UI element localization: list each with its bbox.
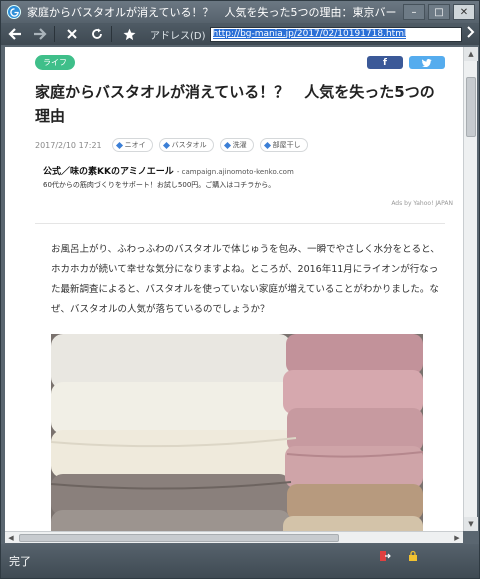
navigation-toolbar: アドレス(D) http://bg-mania.jp/2017/02/10191… xyxy=(1,23,479,45)
content-divider xyxy=(35,223,445,224)
category-tag[interactable]: ライフ xyxy=(35,55,75,70)
scroll-down-icon[interactable]: ▼ xyxy=(464,517,478,531)
scroll-left-icon[interactable]: ◀ xyxy=(5,532,17,543)
window-title: 家庭からバスタオルが消えている！？ 人気を失った5つの理由：東京バーゲンマ xyxy=(27,6,397,19)
status-text: 完了 xyxy=(9,555,31,568)
maximize-button[interactable]: □ xyxy=(428,4,450,20)
article-headline: 家庭からバスタオルが消えている！？ 人気を失った5つの理由 xyxy=(35,83,435,125)
facebook-share-button[interactable]: f xyxy=(367,56,403,69)
tag-icon xyxy=(263,141,271,149)
article-date: 2017/2/10 17:21 xyxy=(35,140,102,150)
horizontal-scroll-thumb[interactable] xyxy=(19,534,339,542)
address-value[interactable]: http://bg-mania.jp/2017/02/10191718.html xyxy=(212,28,407,39)
scroll-up-icon[interactable]: ▲ xyxy=(464,47,478,61)
tag-label: 部屋干し xyxy=(272,141,301,149)
tag-chip[interactable]: ニオイ xyxy=(111,138,153,152)
tag-chip[interactable]: 部屋干し xyxy=(259,138,308,152)
back-arrow-icon[interactable] xyxy=(4,24,26,44)
twitter-bird-icon xyxy=(422,58,432,67)
toolbar-separator xyxy=(111,26,112,42)
article-body: お風呂上がり、ふわっふわのバスタオルで体じゅうを包み、一瞬でやさしく水分をとると… xyxy=(51,244,440,315)
tag-chip[interactable]: バスタオル xyxy=(158,138,214,152)
twitter-share-button[interactable] xyxy=(409,56,445,69)
browser-logo-icon xyxy=(7,5,21,19)
towels-photo xyxy=(51,334,423,531)
horizontal-scrollbar[interactable]: ◀ ▶ xyxy=(5,531,463,543)
ad-description[interactable]: 60代からの筋肉づくりをサポート！お試し500円。ご購入はコチラから。 xyxy=(43,180,445,190)
tag-chip[interactable]: 洗濯 xyxy=(219,138,254,152)
scroll-right-icon[interactable]: ▶ xyxy=(451,532,463,543)
reload-icon[interactable] xyxy=(86,24,108,44)
close-button[interactable]: ✕ xyxy=(453,4,475,20)
article: ライフ f 家庭からバスタオルが消えている！？ 人気を失った5つの理由 2017… xyxy=(35,55,453,531)
browser-window: 家庭からバスタオルが消えている！？ 人気を失った5つの理由：東京バーゲンマ – … xyxy=(0,0,480,579)
towels-image xyxy=(51,334,423,531)
minimize-button[interactable]: – xyxy=(403,4,425,20)
tag-label: 洗濯 xyxy=(232,141,247,149)
lock-icon[interactable] xyxy=(407,550,419,562)
ad-domain[interactable]: - campaign.ajinomoto-kenko.com xyxy=(177,168,294,176)
tag-label: ニオイ xyxy=(124,141,146,149)
address-label: アドレス(D) xyxy=(150,30,206,42)
ad-title[interactable]: 公式／味の素KKのアミノエール xyxy=(43,167,174,177)
title-bar[interactable]: 家庭からバスタオルが消えている！？ 人気を失った5つの理由：東京バーゲンマ – … xyxy=(1,1,479,23)
go-arrow-icon[interactable] xyxy=(467,26,475,41)
ad-credit[interactable]: Ads by Yahoo! JAPAN xyxy=(43,200,453,207)
page-viewport[interactable]: ライフ f 家庭からバスタオルが消えている！？ 人気を失った5つの理由 2017… xyxy=(5,47,463,531)
toolbar-separator xyxy=(54,26,55,42)
favorite-star-icon[interactable] xyxy=(118,24,140,44)
sponsored-ad[interactable]: 公式／味の素KKのアミノエール - campaign.ajinomoto-ken… xyxy=(35,164,453,207)
stop-icon[interactable] xyxy=(61,24,83,44)
forward-arrow-icon[interactable] xyxy=(29,24,51,44)
status-bar: 完了 xyxy=(1,544,479,578)
address-input[interactable]: http://bg-mania.jp/2017/02/10191718.html xyxy=(209,26,462,42)
article-meta: 2017/2/10 17:21 ニオイ バスタオル 洗濯 部屋干し xyxy=(35,138,445,152)
exit-icon[interactable] xyxy=(379,550,391,562)
tag-icon xyxy=(223,141,231,149)
vertical-scrollbar[interactable]: ▲ ▼ xyxy=(463,47,478,531)
tag-label: バスタオル xyxy=(171,141,207,149)
vertical-scroll-thumb[interactable] xyxy=(466,77,476,137)
tag-icon xyxy=(115,141,123,149)
tag-icon xyxy=(162,141,170,149)
